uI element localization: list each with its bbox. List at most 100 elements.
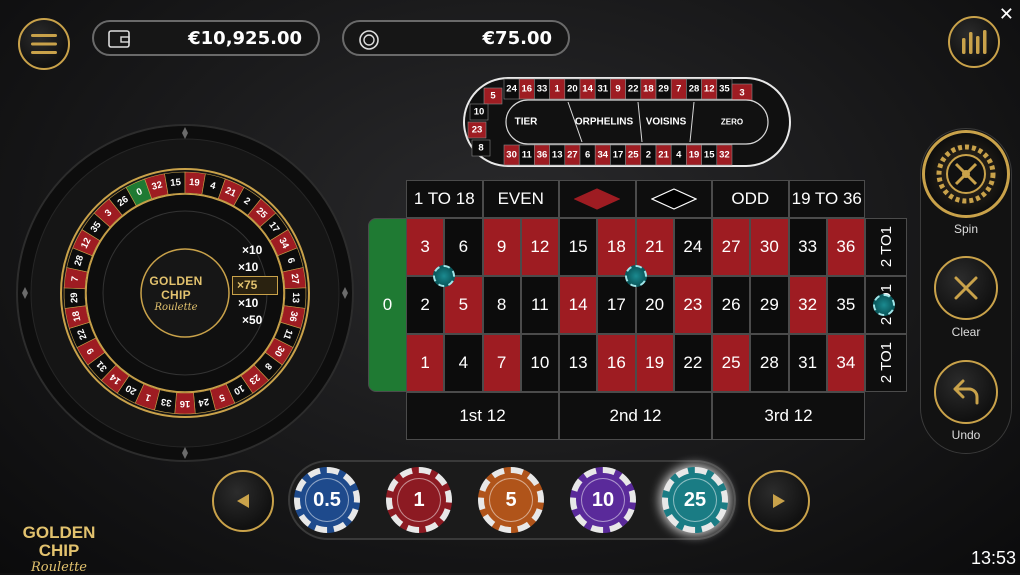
triangle-left-icon (237, 494, 249, 508)
number-cell[interactable]: 10 (520, 334, 559, 392)
red-diamond-icon (574, 188, 621, 210)
number-cell[interactable]: 12 (520, 218, 559, 276)
multiplier-list: ×10 ×10 ×75 ×10 ×50 (228, 242, 278, 329)
number-cell[interactable]: 1 (406, 334, 445, 392)
undo-button[interactable] (934, 360, 998, 424)
chip-25[interactable]: 25 (662, 467, 728, 533)
racetrack-number: 25 (628, 150, 639, 161)
statistics-button[interactable] (948, 16, 1000, 68)
number-cell[interactable]: 36 (826, 218, 865, 276)
number-cell[interactable]: 14 (559, 276, 598, 334)
number-cell[interactable]: 22 (673, 334, 712, 392)
chip-10[interactable]: 10 (570, 467, 636, 533)
racetrack-number: 18 (643, 84, 654, 95)
racetrack-number: 17 (613, 150, 624, 161)
racetrack-section-label[interactable]: VOISINS (646, 117, 687, 128)
number-cell[interactable]: 16 (597, 334, 636, 392)
brand-logo-title: GOLDEN CHIP (22, 523, 96, 560)
number-cell[interactable]: 31 (788, 334, 827, 392)
racetrack-section-label[interactable]: TIER (515, 117, 539, 128)
racetrack-number: 23 (472, 125, 483, 136)
number-cell[interactable]: 23 (673, 276, 712, 334)
column-bet-cell[interactable]: 2 TO1 (865, 218, 907, 276)
racetrack-number: 31 (598, 84, 609, 95)
racetrack-number: 11 (522, 150, 533, 161)
x-icon (954, 276, 978, 300)
chip-value: 10 (581, 478, 625, 522)
chip-stack-icon (358, 29, 380, 56)
multiplier-badge: ×10 (238, 296, 259, 310)
balance-value: €10,925.00 (188, 28, 302, 49)
number-cell[interactable]: 25 (712, 334, 751, 392)
racetrack-number: 9 (615, 84, 620, 95)
number-cell[interactable]: 8 (482, 276, 521, 334)
racetrack-number: 29 (658, 84, 669, 95)
multiplier-badge: ×10 (242, 243, 263, 257)
outside-bet-cell[interactable]: 19 TO 36 (788, 180, 865, 218)
total-bet-display: €75.00 (342, 20, 570, 56)
hamburger-icon (31, 34, 57, 54)
dozen-bet-cell[interactable]: 1st 12 (406, 392, 559, 440)
number-cell[interactable]: 4 (444, 334, 483, 392)
number-cell[interactable]: 35 (826, 276, 865, 334)
chips-next-button[interactable] (748, 470, 810, 532)
chip-5[interactable]: 5 (478, 467, 544, 533)
dozen-bet-cell[interactable]: 3rd 12 (712, 392, 865, 440)
black-bet-cell[interactable] (635, 180, 712, 218)
chip-0.5[interactable]: 0.5 (294, 467, 360, 533)
multiplier-badge: ×10 (238, 260, 259, 274)
racetrack-number: 24 (506, 84, 517, 95)
clear-button[interactable] (934, 256, 998, 320)
number-cell[interactable]: 28 (750, 334, 789, 392)
outside-bet-cell[interactable]: EVEN (482, 180, 559, 218)
number-cell[interactable]: 15 (559, 218, 598, 276)
column-bet-cell[interactable]: 2 TO1 (865, 334, 907, 392)
chip-1[interactable]: 1 (386, 467, 452, 533)
betting-table: 01 TO 18 EVEN ODD 19 TO 36 3 6 9 12 15 18 21 24 27 30… (368, 180, 908, 440)
number-cell[interactable]: 29 (750, 276, 789, 334)
racetrack-number: 33 (537, 84, 548, 95)
dozen-bet-cell[interactable]: 2nd 12 (559, 392, 712, 440)
number-cell[interactable]: 32 (788, 276, 827, 334)
racetrack-section-label[interactable]: ORPHELINS (575, 117, 634, 128)
number-cell[interactable]: 7 (482, 334, 521, 392)
wheel-logo-title: GOLDEN CHIP (149, 274, 203, 302)
racetrack-number: 10 (474, 107, 485, 118)
racetrack-number: 3 (739, 88, 744, 99)
number-cell[interactable]: 11 (520, 276, 559, 334)
racetrack-number: 36 (537, 150, 548, 161)
racetrack-number: 2 (646, 150, 651, 161)
number-cell[interactable]: 27 (712, 218, 751, 276)
racetrack-number: 13 (552, 150, 563, 161)
chip-value: 25 (673, 478, 717, 522)
wheel-number: 33 (160, 396, 172, 409)
number-cell[interactable]: 30 (750, 218, 789, 276)
outside-bet-cell[interactable]: 1 TO 18 (406, 180, 483, 218)
placed-chip-marker[interactable] (624, 265, 647, 287)
racetrack-bet-area[interactable]: 24 16 33 1 20 14 31 9 22 18 29 7 28 12 3530 11 36 13 27 6 34… (462, 76, 792, 168)
outside-bet-cell[interactable]: ODD (712, 180, 789, 218)
number-cell[interactable]: 34 (826, 334, 865, 392)
number-cell[interactable]: 24 (673, 218, 712, 276)
zero-cell[interactable]: 0 (368, 218, 407, 392)
red-bet-cell[interactable] (559, 180, 636, 218)
placed-chip-marker[interactable] (873, 294, 895, 316)
racetrack-number: 12 (704, 84, 715, 95)
chips-previous-button[interactable] (212, 470, 274, 532)
spin-button[interactable] (922, 130, 1010, 218)
racetrack-section-label[interactable]: ZERO (721, 118, 743, 127)
racetrack-number: 27 (567, 150, 578, 161)
number-cell[interactable]: 33 (788, 218, 827, 276)
wheel-number: 18 (70, 310, 83, 323)
number-cell[interactable]: 13 (559, 334, 598, 392)
menu-button[interactable] (18, 18, 70, 70)
number-cell[interactable]: 26 (712, 276, 751, 334)
wheel-logo: GOLDEN CHIP Roulette (134, 274, 218, 313)
number-cell[interactable]: 19 (635, 334, 674, 392)
number-cell[interactable]: 9 (482, 218, 521, 276)
wheel-number: 29 (69, 292, 80, 303)
racetrack-number: 35 (719, 84, 730, 95)
close-icon[interactable]: ✕ (999, 4, 1014, 25)
racetrack-number: 22 (628, 84, 639, 95)
chip-value: 0.5 (305, 478, 349, 522)
